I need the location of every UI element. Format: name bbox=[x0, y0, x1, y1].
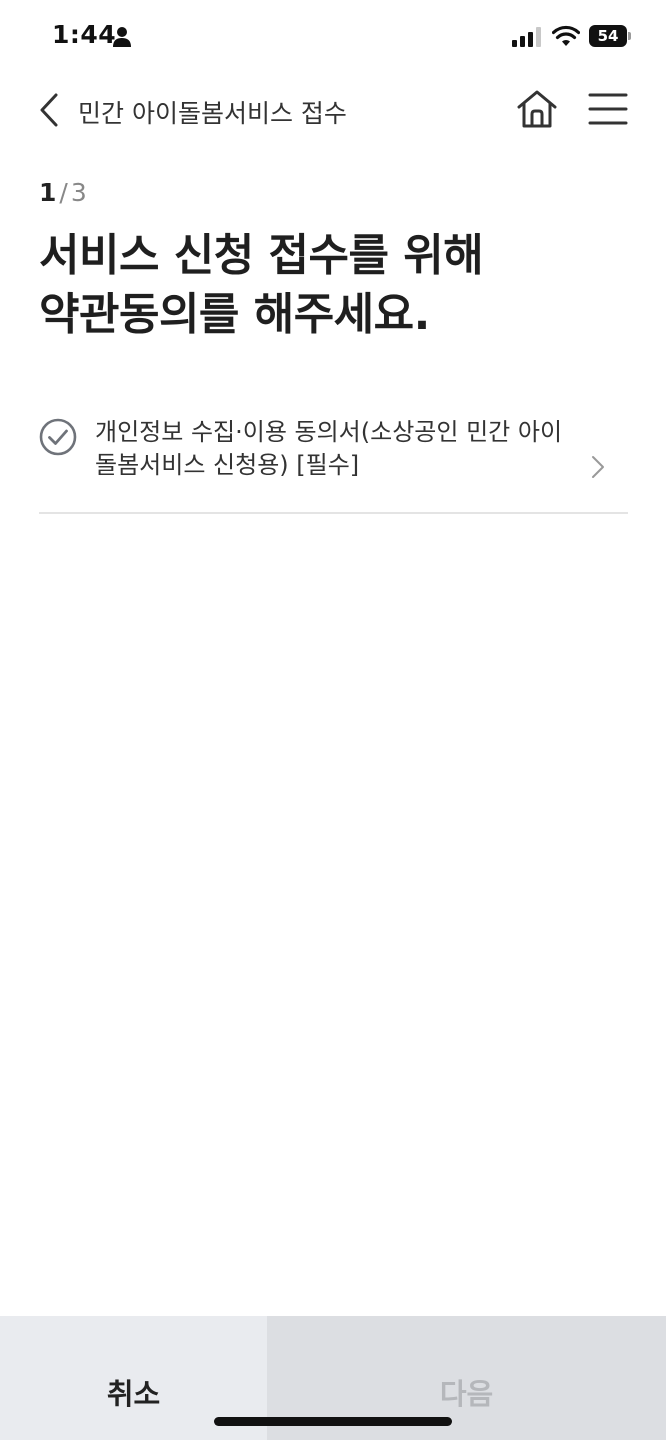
step-total: 3 bbox=[70, 178, 87, 207]
check-circle-icon[interactable] bbox=[39, 418, 77, 456]
step-indicator: 1/3 bbox=[39, 178, 87, 207]
page-title: 서비스 신청 접수를 위해 약관동의를 해주세요. bbox=[39, 226, 639, 344]
person-icon bbox=[113, 27, 131, 47]
agreement-item-privacy[interactable]: 개인정보 수집·이용 동의서(소상공인 민간 아이돌봄서비스 신청용) [필수] bbox=[39, 408, 628, 514]
page-title-line1: 서비스 신청 접수를 위해 bbox=[39, 230, 484, 281]
agreement-label: 개인정보 수집·이용 동의서(소상공인 민간 아이돌봄서비스 신청용) [필수] bbox=[95, 418, 563, 479]
chevron-right-icon[interactable] bbox=[590, 454, 606, 480]
status-bar: 1:44 54 bbox=[0, 0, 666, 72]
status-time: 1:44 bbox=[52, 20, 117, 49]
home-indicator[interactable] bbox=[214, 1417, 452, 1426]
menu-icon[interactable] bbox=[588, 92, 628, 126]
page-header-title: 민간 아이돌봄서비스 접수 bbox=[78, 99, 347, 128]
page-title-line2: 약관동의를 해주세요. bbox=[39, 289, 430, 340]
battery-cap bbox=[628, 32, 631, 40]
step-separator: / bbox=[59, 178, 68, 207]
nav-header: 민간 아이돌봄서비스 접수 bbox=[0, 72, 666, 148]
signal-icon bbox=[512, 27, 541, 47]
step-current: 1 bbox=[39, 178, 57, 207]
battery-level: 54 bbox=[589, 25, 627, 47]
back-icon[interactable] bbox=[36, 92, 64, 128]
wifi-icon bbox=[552, 25, 580, 46]
home-icon[interactable] bbox=[515, 88, 559, 130]
battery-icon: 54 bbox=[589, 25, 631, 47]
